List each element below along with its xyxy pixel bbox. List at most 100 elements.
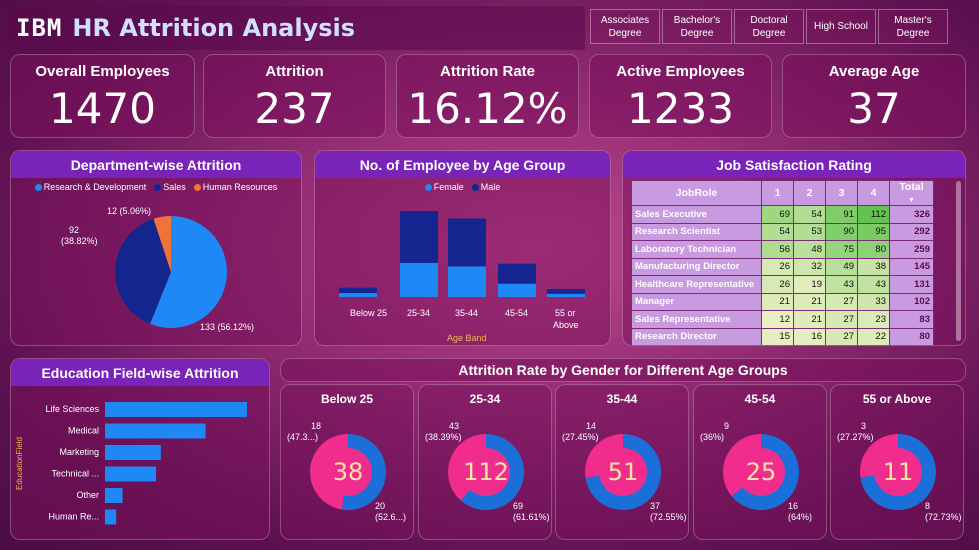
- kpi-value: 1233: [627, 84, 734, 133]
- age-tick-below25: Below 25: [350, 308, 388, 318]
- col-header-total[interactable]: Total ▼: [889, 180, 934, 206]
- cell-total: 259: [889, 240, 934, 259]
- col-header-jobrole[interactable]: JobRole: [631, 180, 762, 206]
- bar-male[interactable]: [339, 287, 377, 294]
- cell-value: 48: [793, 240, 826, 259]
- donut-label-female-pct: (47.3...): [287, 432, 319, 442]
- donut-label-female-count: 18: [311, 421, 322, 431]
- bar-male[interactable]: [448, 218, 486, 267]
- cell-value: 26: [761, 257, 794, 276]
- kpi-active-employees: Active Employees 1233: [589, 54, 772, 138]
- ibm-logo: IBM: [16, 14, 63, 42]
- cell-value: 38: [857, 257, 890, 276]
- donut-center-value: 112: [463, 458, 509, 486]
- edu-tick-label: Life Sciences: [45, 404, 99, 414]
- col-header-3[interactable]: 3: [825, 180, 858, 206]
- cell-jobrole: Manager: [631, 292, 762, 311]
- gender-donut-card: 45-54 9 (36%) 16 (64%) 25: [693, 384, 827, 540]
- age-tick-25-34: 25-34: [407, 308, 431, 318]
- donut-label-male-count: 20: [375, 501, 386, 511]
- col-header-4[interactable]: 4: [857, 180, 890, 206]
- gender-donut-card: Below 25 18 (47.3...) 20 (52.6...) 38: [280, 384, 414, 540]
- filter-masters-degree[interactable]: Master's Degree: [878, 9, 948, 44]
- edu-bar[interactable]: [105, 445, 161, 460]
- cell-value: 91: [825, 205, 858, 224]
- cell-value: 22: [857, 327, 890, 345]
- edu-bar[interactable]: [105, 402, 247, 417]
- cell-value: 21: [793, 292, 826, 311]
- kpi-label: Attrition Rate: [440, 63, 535, 80]
- cell-total: 131: [889, 275, 934, 294]
- cell-total: 145: [889, 257, 934, 276]
- kpi-attrition: Attrition 237: [203, 54, 386, 138]
- cell-jobrole: Research Scientist: [631, 222, 762, 241]
- age-tick-45-54: 45-54: [505, 308, 529, 318]
- bar-female[interactable]: [547, 293, 585, 297]
- donut-label-male-pct: (52.6...): [375, 512, 407, 522]
- cell-value: 16: [793, 327, 826, 345]
- edu-tick-label: Human Re...: [48, 512, 99, 522]
- table-row[interactable]: Healthcare Representative 26 19 43 43 131: [631, 275, 934, 294]
- edu-tick-label: Marketing: [59, 447, 99, 457]
- cell-value: 49: [825, 257, 858, 276]
- donut-label-male-pct: (61.61%): [513, 512, 550, 522]
- table-row[interactable]: Sales Representative 12 21 27 23 83: [631, 310, 934, 329]
- kpi-value: 237: [254, 84, 335, 133]
- bar-female[interactable]: [448, 266, 486, 297]
- bar-male[interactable]: [547, 289, 585, 294]
- kpi-overall-employees: Overall Employees 1470: [10, 54, 195, 138]
- edu-bar[interactable]: [105, 509, 117, 525]
- cell-value: 80: [857, 240, 890, 259]
- cell-value: 69: [761, 205, 794, 224]
- col-header-1[interactable]: 1: [761, 180, 794, 206]
- age-tick-55-above-1: 55 or: [555, 308, 576, 318]
- cell-value: 15: [761, 327, 794, 345]
- cell-jobrole: Manufacturing Director: [631, 257, 762, 276]
- table-row[interactable]: Manufacturing Director 26 32 49 38 145: [631, 257, 934, 276]
- bar-female[interactable]: [498, 283, 536, 297]
- cell-value: 54: [793, 205, 826, 224]
- col-header-2[interactable]: 2: [793, 180, 826, 206]
- table-row[interactable]: Research Director 15 16 27 22 80: [631, 327, 934, 345]
- age-axis-label: Age Band: [447, 333, 487, 343]
- gender-donut-card: 25-34 43 (38.39%) 69 (61.61%) 112: [418, 384, 552, 540]
- edu-tick-label: Medical: [68, 426, 99, 436]
- table-row[interactable]: Laboratory Technician 56 48 75 80 259: [631, 240, 934, 259]
- sort-desc-icon: ▼: [908, 197, 915, 204]
- panel-title: Job Satisfaction Rating: [623, 151, 965, 178]
- table-scrollbar[interactable]: [956, 181, 961, 341]
- panel-title: Education Field-wise Attrition: [11, 359, 269, 386]
- filter-doctoral-degree[interactable]: Doctoral Degree: [734, 9, 804, 44]
- department-attrition-panel: Department-wise Attrition Research & Dev…: [10, 150, 302, 346]
- bar-female[interactable]: [400, 262, 438, 297]
- page-title: HR Attrition Analysis: [72, 14, 356, 42]
- cell-value: 33: [857, 292, 890, 311]
- cell-value: 21: [793, 310, 826, 329]
- cell-value: 27: [825, 310, 858, 329]
- table-row[interactable]: Research Scientist 54 53 90 95 292: [631, 222, 934, 241]
- cell-value: 53: [793, 222, 826, 241]
- bar-male[interactable]: [400, 211, 438, 263]
- cell-value: 27: [825, 327, 858, 345]
- table-row[interactable]: Sales Executive 69 54 91 112 326: [631, 205, 934, 224]
- bar-male[interactable]: [498, 263, 536, 284]
- gender-section-header: Attrition Rate by Gender for Different A…: [280, 358, 966, 382]
- cell-value: 90: [825, 222, 858, 241]
- cell-value: 75: [825, 240, 858, 259]
- filter-high-school[interactable]: High School: [806, 9, 876, 44]
- filter-bachelors-degree[interactable]: Bachelor's Degree: [662, 9, 732, 44]
- bar-female[interactable]: [339, 293, 377, 297]
- edu-bar[interactable]: [105, 466, 157, 482]
- cell-value: 95: [857, 222, 890, 241]
- edu-bar[interactable]: [105, 488, 123, 503]
- filter-associates-degree[interactable]: Associates Degree: [590, 9, 660, 44]
- age-tick-35-44: 35-44: [455, 308, 479, 318]
- donut-label-female-count: 14: [586, 421, 597, 431]
- cell-total: 102: [889, 292, 934, 311]
- donut-center-value: 11: [882, 458, 914, 486]
- donut-center-value: 51: [607, 458, 639, 486]
- table-row[interactable]: Manager 21 21 27 33 102: [631, 292, 934, 311]
- edu-bar[interactable]: [105, 423, 206, 439]
- donut-center-value: 25: [745, 458, 777, 486]
- cell-value: 12: [761, 310, 794, 329]
